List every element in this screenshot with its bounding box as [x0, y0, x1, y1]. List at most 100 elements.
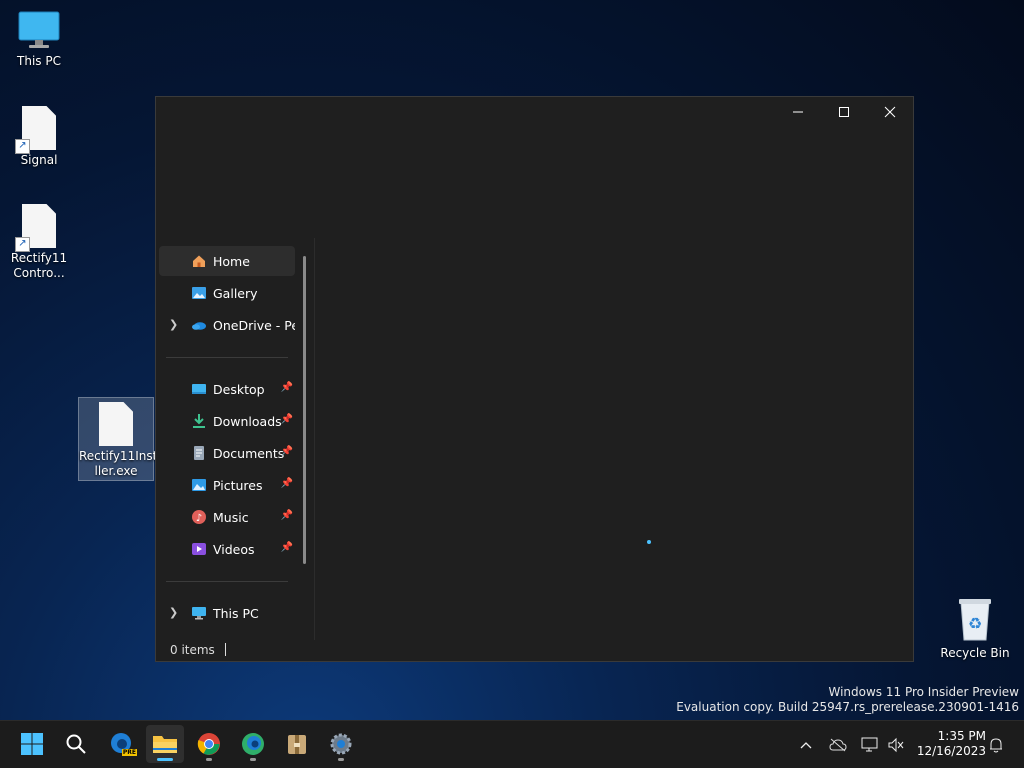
nav-item-downloads[interactable]: Downloads 📌	[159, 406, 295, 436]
desktop-icon-recycle-bin[interactable]: ♻ Recycle Bin	[940, 596, 1010, 661]
volume-muted-icon	[888, 737, 904, 753]
desktop-icon-label: Signal	[20, 153, 58, 167]
desktop-icon-signal[interactable]: ↗ Signal	[9, 106, 69, 168]
nav-separator	[166, 357, 288, 358]
notifications-button[interactable]	[986, 735, 1006, 755]
active-indicator	[157, 758, 173, 761]
loading-spinner	[647, 540, 651, 544]
desktop-icon-rectify11-control[interactable]: ↗ Rectify11 Contro...	[9, 204, 69, 281]
file-explorer-window[interactable]: Home Gallery ❯ OneDrive - Personal Deskt…	[155, 96, 914, 662]
desktop-icon-label: This PC	[17, 54, 61, 68]
taskbar-file-explorer[interactable]	[146, 725, 184, 763]
this-pc-icon	[192, 607, 206, 620]
windows-watermark: Windows 11 Pro Insider Preview Evaluatio…	[676, 685, 1019, 715]
nav-item-label: Music	[213, 509, 249, 525]
nav-scrollbar[interactable]	[303, 256, 306, 564]
chevron-right-icon[interactable]: ❯	[169, 606, 178, 619]
caption-buttons	[775, 97, 913, 127]
recycle-bin-icon: ♻	[959, 599, 991, 641]
desktop-icon-this-pc[interactable]: This PC	[9, 10, 69, 69]
nav-item-music[interactable]: ♪ Music 📌	[159, 502, 295, 532]
nav-item-label: Videos	[213, 541, 255, 557]
nav-separator	[166, 581, 288, 582]
minimize-icon	[793, 111, 803, 113]
maximize-button[interactable]	[821, 97, 867, 127]
pin-icon[interactable]: 📌	[281, 446, 293, 457]
chevron-up-icon	[800, 742, 812, 749]
taskbar-archive[interactable]	[278, 725, 316, 763]
documents-icon	[194, 446, 204, 460]
nav-item-label: Desktop	[213, 381, 265, 397]
music-icon: ♪	[192, 510, 206, 524]
home-icon	[193, 255, 205, 267]
desktop-icon-label: Contro...	[13, 266, 65, 280]
nav-item-label: Gallery	[213, 285, 258, 301]
settings-icon	[330, 733, 352, 755]
start-button[interactable]	[13, 725, 51, 763]
desktop-icon-label: Rectify11	[10, 251, 68, 265]
taskbar: PRE 1:35 PM 12/16/2023	[0, 720, 1024, 768]
shortcut-arrow-icon: ↗	[15, 139, 30, 154]
nav-item-documents[interactable]: Documents 📌	[159, 438, 295, 468]
bell-icon	[990, 738, 1002, 753]
taskbar-settings[interactable]	[322, 725, 360, 763]
close-button[interactable]	[867, 97, 913, 127]
search-button[interactable]	[57, 725, 95, 763]
desktop-icon-label: Rectify11Insta	[79, 449, 165, 463]
taskbar-clock[interactable]: 1:35 PM 12/16/2023	[917, 729, 986, 759]
maximize-icon	[839, 107, 849, 117]
pin-icon[interactable]: 📌	[281, 478, 293, 489]
svg-text:♻: ♻	[968, 614, 982, 633]
pin-icon[interactable]: 📌	[281, 542, 293, 553]
archive-icon	[288, 735, 306, 754]
nav-item-this-pc[interactable]: ❯ This PC	[159, 598, 295, 628]
pin-icon[interactable]: 📌	[281, 510, 293, 521]
show-hidden-icons-button[interactable]	[796, 735, 816, 755]
running-indicator	[250, 758, 256, 761]
svg-text:♪: ♪	[196, 513, 202, 524]
navigation-pane[interactable]: Home Gallery ❯ OneDrive - Personal Deskt…	[156, 238, 315, 640]
nav-item-gallery[interactable]: Gallery	[159, 278, 295, 308]
edge-icon	[242, 733, 264, 755]
watermark-line: Windows 11 Pro Insider Preview	[828, 685, 1019, 699]
pin-icon[interactable]: 📌	[281, 414, 293, 425]
clock-date: 12/16/2023	[916, 744, 986, 758]
tray-network-button[interactable]	[860, 735, 880, 755]
nav-item-label: OneDrive - Personal	[213, 317, 295, 333]
cloud-offline-icon	[829, 738, 847, 752]
nav-item-label: Documents	[213, 445, 285, 461]
nav-item-home[interactable]: Home	[159, 246, 295, 276]
taskbar-chrome[interactable]	[190, 725, 228, 763]
desktop-icon-rectify11-installer[interactable]: Rectify11Insta ller.exe	[78, 397, 165, 481]
item-count: 0 items	[170, 643, 215, 657]
tray-volume-button[interactable]	[886, 735, 906, 755]
nav-item-desktop[interactable]: Desktop 📌	[159, 374, 295, 404]
pre-badge: PRE	[121, 749, 137, 756]
file-explorer-icon	[153, 736, 177, 753]
desktop-icon-label: ller.exe	[94, 464, 138, 478]
pictures-icon	[192, 479, 206, 491]
pin-icon[interactable]: 📌	[281, 382, 293, 393]
taskbar-edge-beta[interactable]: PRE	[102, 725, 140, 763]
search-icon	[66, 734, 86, 754]
onedrive-icon	[192, 322, 206, 330]
tray-cloud-button[interactable]	[828, 735, 848, 755]
minimize-button[interactable]	[775, 97, 821, 127]
desktop-icon-label: Recycle Bin	[940, 646, 1010, 660]
taskbar-edge[interactable]	[234, 725, 272, 763]
chevron-right-icon[interactable]: ❯	[169, 318, 178, 331]
nav-item-label: Pictures	[213, 477, 263, 493]
running-indicator	[338, 758, 344, 761]
gallery-icon	[192, 287, 206, 299]
shortcut-arrow-icon: ↗	[15, 237, 30, 252]
status-bar: 0 items	[170, 643, 226, 657]
watermark-line: Evaluation copy. Build 25947.rs_prerelea…	[676, 700, 1019, 714]
status-divider	[224, 643, 226, 656]
nav-item-onedrive[interactable]: ❯ OneDrive - Personal	[159, 310, 295, 340]
nav-item-videos[interactable]: Videos 📌	[159, 534, 295, 564]
nav-item-pictures[interactable]: Pictures 📌	[159, 470, 295, 500]
desktop-folder-icon	[192, 384, 206, 394]
nav-item-label: Downloads	[213, 413, 282, 429]
start-icon	[21, 733, 43, 755]
nav-item-label: This PC	[213, 605, 259, 621]
